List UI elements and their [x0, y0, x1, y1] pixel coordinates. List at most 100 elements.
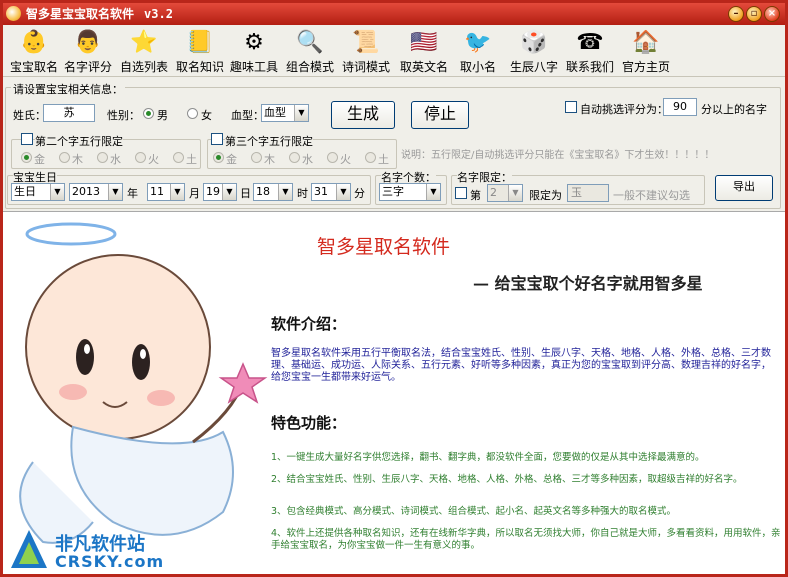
- second-char-element-label-5: 土: [186, 153, 197, 166]
- toolbar-button-5[interactable]: ⚙ 趣味工具: [227, 27, 281, 75]
- star-list-icon: ⭐: [130, 30, 158, 55]
- toolbar-button-6[interactable]: 🔍 组合模式: [283, 27, 337, 75]
- third-char-element-label-1: 金: [226, 153, 237, 166]
- feature-item-3: 3、包含经典模式、高分模式、诗词模式、组合模式、起小名、起英文名等多种强大的取名…: [271, 506, 677, 517]
- second-char-checkbox[interactable]: [21, 133, 33, 145]
- toolbar-button-1[interactable]: 👶 宝宝取名: [7, 27, 61, 75]
- second-char-element-radio-4[interactable]: [135, 152, 146, 163]
- third-char-element-radio-2[interactable]: [251, 152, 262, 163]
- auto-pick-suffix: 分以上的名字: [701, 103, 767, 116]
- blood-type-select[interactable]: 血型 ▼: [261, 104, 309, 122]
- third-char-element-label-2: 木: [264, 153, 275, 166]
- month-select[interactable]: 11 ▼: [147, 183, 185, 201]
- third-char-element-radio-3[interactable]: [289, 152, 300, 163]
- minute-select[interactable]: 31 ▼: [311, 183, 351, 201]
- magnifier-icon: 🔍: [296, 30, 324, 55]
- home-icon: 🏠: [632, 30, 660, 55]
- stop-button[interactable]: 停止: [411, 101, 469, 129]
- third-char-element-label-5: 土: [378, 153, 389, 166]
- gender-female-label: 女: [201, 109, 212, 122]
- month-unit: 月: [189, 187, 200, 200]
- toolbar-button-8[interactable]: 🇺🇸 取英文名: [397, 27, 451, 75]
- chevron-down-icon: ▼: [278, 184, 292, 200]
- name-length-select[interactable]: 三字 ▼: [379, 183, 441, 201]
- feature-item-4: 4、软件上还提供各种取名知识，还有在线新华字典，所以取名无须找大师，你自己就是大…: [271, 528, 781, 551]
- toolbar-button-3[interactable]: ⭐ 自选列表: [117, 27, 171, 75]
- chevron-down-icon: ▼: [508, 185, 522, 201]
- watermark-en: CRSKY.com: [55, 552, 165, 571]
- second-char-element-label-4: 火: [148, 153, 159, 166]
- intro-text: 智多星取名软件采用五行平衡取名法，结合宝宝姓氏、性别、生辰八字、天格、地格、人格…: [271, 348, 771, 383]
- toolbar-label: 官方主页: [621, 60, 670, 74]
- third-char-checkbox[interactable]: [211, 133, 223, 145]
- name-limit-title: 名字限定：: [457, 169, 512, 185]
- limit-position-select[interactable]: 2 ▼: [487, 184, 523, 202]
- generate-button[interactable]: 生成: [331, 101, 395, 129]
- content-title: 智多星取名软件: [317, 236, 451, 258]
- third-char-element-radio-1[interactable]: [213, 152, 224, 163]
- window-title: 智多星宝宝取名软件: [26, 7, 135, 21]
- year-select[interactable]: 2013 ▼: [69, 183, 123, 201]
- toolbar-button-10[interactable]: 🎲 生辰八字: [507, 27, 561, 75]
- feature-item-2: 2、结合宝宝姓氏、性别、生辰八字、天格、地格、人格、外格、总格、三才等多种因素，…: [271, 474, 743, 485]
- bazi-icon: 🎲: [520, 30, 548, 55]
- auto-pick-checkbox[interactable]: [565, 101, 577, 113]
- toolbar-label: 生辰八字: [509, 60, 558, 74]
- toolbar-button-12[interactable]: 🏠 官方主页: [619, 27, 673, 75]
- toolbar-label: 趣味工具: [229, 60, 278, 74]
- poem-icon: 📜: [352, 30, 380, 55]
- watermark: 非凡软件站 CRSKY.com: [9, 528, 163, 574]
- name-limit-checkbox[interactable]: [455, 187, 467, 199]
- name-length-value: 三字: [382, 185, 404, 198]
- features-heading: 特色功能：: [271, 414, 347, 432]
- title-bar: 智多星宝宝取名软件 v3.2 – ▫ ×: [3, 3, 785, 25]
- chevron-down-icon: ▼: [50, 184, 64, 200]
- blood-type-label: 血型：: [231, 109, 264, 122]
- surname-input[interactable]: 苏: [43, 104, 95, 122]
- second-char-element-radio-2[interactable]: [59, 152, 70, 163]
- toolbar-button-2[interactable]: 👨 名字评分: [61, 27, 115, 75]
- chevron-down-icon: ▼: [336, 184, 350, 200]
- close-icon[interactable]: ×: [764, 6, 780, 22]
- second-char-element-radio-3[interactable]: [97, 152, 108, 163]
- export-button[interactable]: 导出: [715, 175, 773, 201]
- restore-icon[interactable]: ▫: [746, 6, 762, 22]
- second-char-element-radio-1[interactable]: [21, 152, 32, 163]
- day-select[interactable]: 19 ▼: [203, 183, 237, 201]
- third-char-element-radio-5[interactable]: [365, 152, 376, 163]
- chevron-down-icon: ▼: [222, 184, 236, 200]
- baby-info-title: 请设置宝宝相关信息：: [11, 81, 125, 97]
- toolbar-button-11[interactable]: ☎ 联系我们: [563, 27, 617, 75]
- gender-female-radio[interactable]: [187, 108, 198, 119]
- baby-icon: 👶: [20, 30, 48, 55]
- calendar-type-select[interactable]: 生日 ▼: [11, 183, 65, 201]
- intro-panel: 智多星取名软件 — 给宝宝取个好名字就用智多星 软件介绍： 智多星取名软件采用五…: [3, 211, 785, 574]
- gender-male-radio[interactable]: [143, 108, 154, 119]
- toolbar-label: 宝宝取名: [9, 60, 58, 74]
- toolbar-label: 取名知识: [175, 60, 224, 74]
- hour-value: 18: [256, 185, 270, 198]
- gear-icon: ⚙: [244, 30, 264, 55]
- content-subtitle: — 给宝宝取个好名字就用智多星: [473, 274, 703, 293]
- second-char-element-label-1: 金: [34, 153, 45, 166]
- minimize-icon[interactable]: –: [728, 6, 744, 22]
- limit-as-label: 限定为: [529, 189, 562, 202]
- intro-heading: 软件介绍：: [271, 315, 347, 333]
- month-value: 11: [150, 185, 164, 198]
- hour-select[interactable]: 18 ▼: [253, 183, 293, 201]
- score-icon: 👨: [74, 30, 102, 55]
- limit-char-input[interactable]: 玉: [567, 184, 609, 202]
- third-char-element-radio-4[interactable]: [327, 152, 338, 163]
- toolbar-button-7[interactable]: 📜 诗词模式: [339, 27, 393, 75]
- surname-label: 姓氏：: [13, 109, 46, 122]
- limit-position-value: 2: [490, 186, 497, 199]
- auto-pick-label: 自动挑选评分为：: [580, 103, 668, 116]
- toolbar-label: 联系我们: [565, 60, 614, 74]
- flag-icon: 🇺🇸: [410, 30, 438, 55]
- app-window: 智多星宝宝取名软件 v3.2 – ▫ × 👶 宝宝取名 👨 名字评分 ⭐ 自选列表 📒 取名知识…: [0, 0, 788, 577]
- hour-unit: 时: [297, 187, 308, 200]
- toolbar-button-9[interactable]: 🐦 取小名: [457, 27, 499, 75]
- auto-pick-score-input[interactable]: 90: [663, 98, 697, 116]
- second-char-element-radio-5[interactable]: [173, 152, 184, 163]
- toolbar-button-4[interactable]: 📒 取名知识: [173, 27, 227, 75]
